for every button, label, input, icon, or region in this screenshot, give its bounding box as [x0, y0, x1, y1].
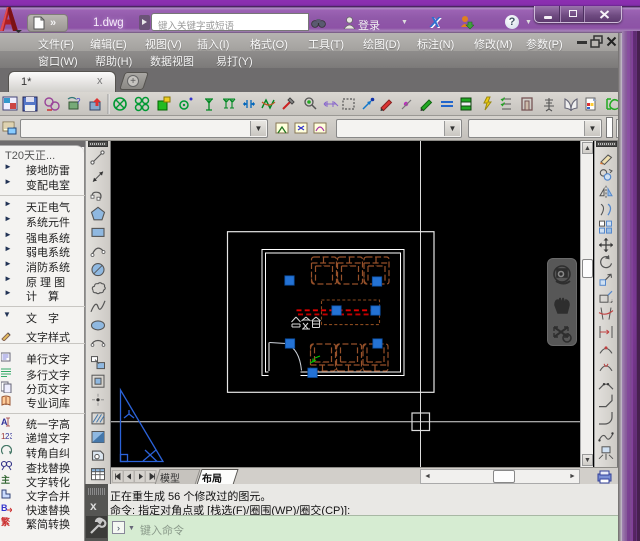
svg-text:繁: 繁 — [1, 516, 11, 527]
svg-text:A: A — [1, 417, 8, 427]
svg-text:23: 23 — [5, 432, 12, 441]
svg-text:?: ? — [76, 97, 81, 106]
svg-text:B: B — [1, 503, 8, 513]
svg-text:主: 主 — [1, 474, 10, 485]
